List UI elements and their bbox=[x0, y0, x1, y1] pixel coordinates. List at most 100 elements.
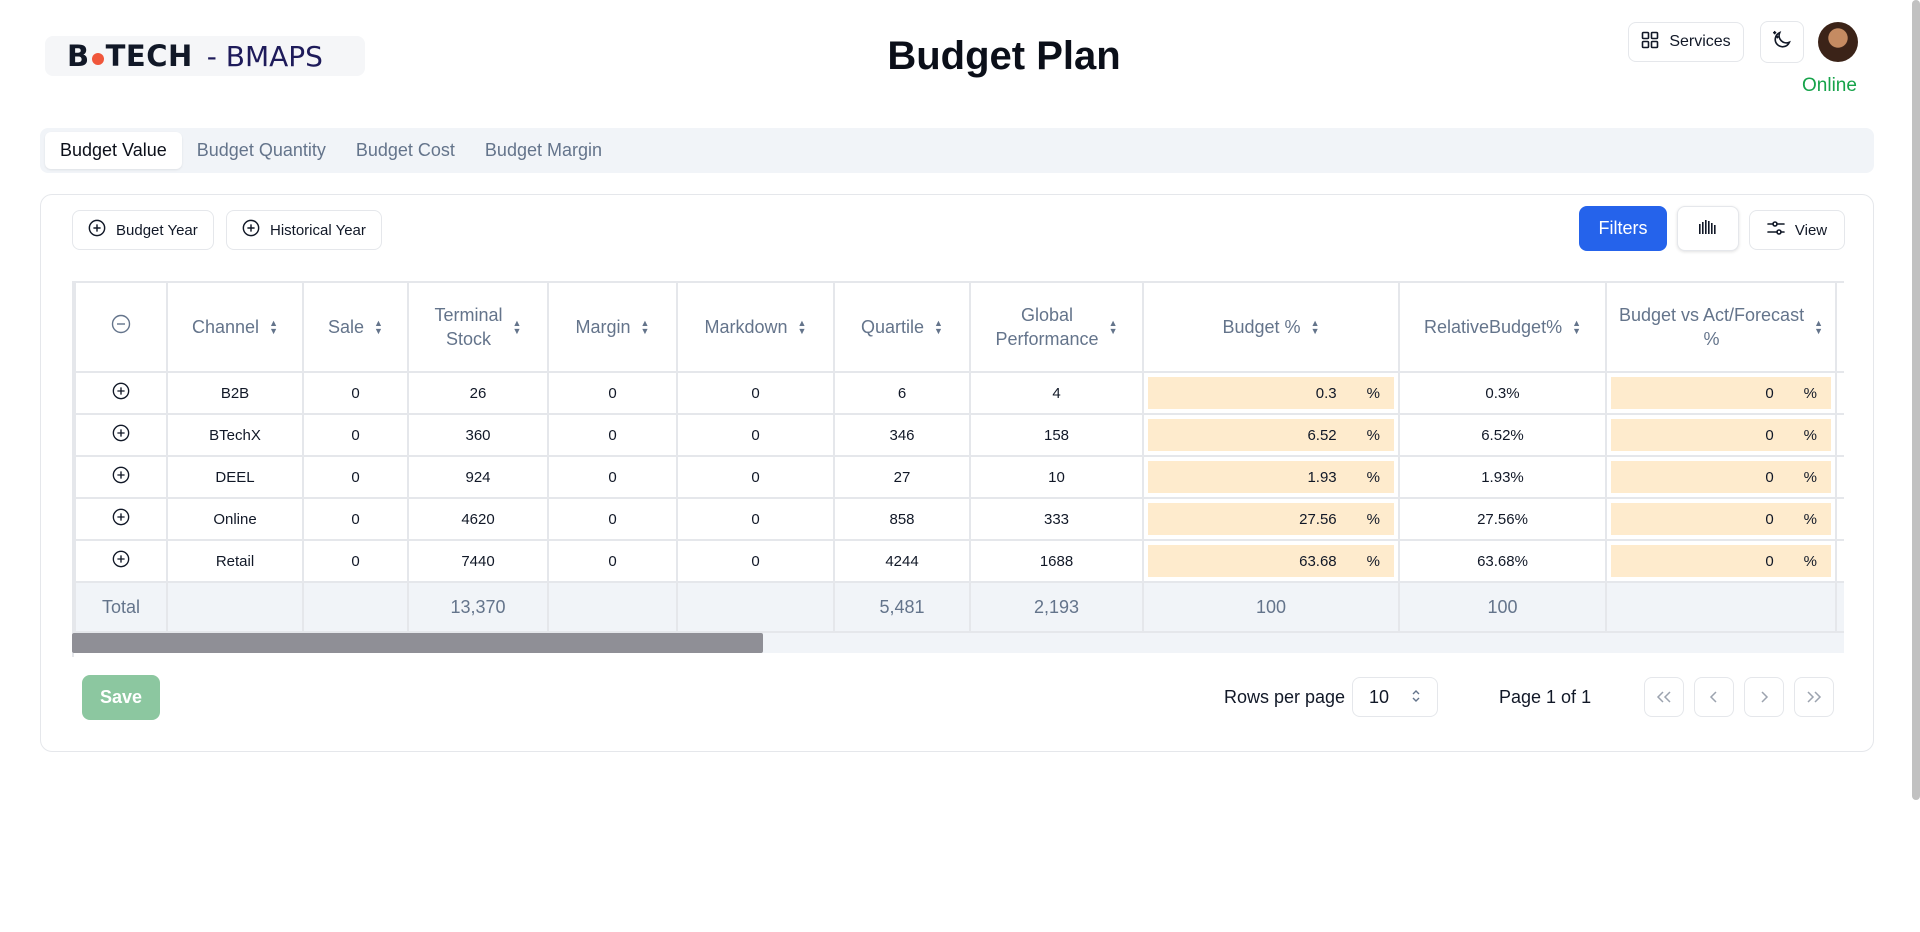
chart-toggle-button[interactable] bbox=[1677, 206, 1739, 251]
collapse-all-header[interactable] bbox=[74, 281, 168, 373]
plus-circle-icon[interactable] bbox=[112, 508, 130, 526]
budget-vs-actual-value: 0 bbox=[1765, 384, 1774, 402]
cell-quartile: 27 bbox=[833, 455, 971, 499]
sort-icon[interactable]: ▲ ▼ bbox=[798, 319, 807, 336]
services-label: Services bbox=[1669, 33, 1731, 50]
cell-terminal-stock: 26 bbox=[407, 371, 549, 415]
cell-relative-budget: 1.93% bbox=[1398, 455, 1607, 499]
sort-icon[interactable]: ▲ ▼ bbox=[641, 319, 650, 336]
column-header-more bbox=[1835, 281, 1844, 373]
budget-vs-actual-input[interactable]: 0% bbox=[1611, 503, 1831, 535]
cell-budget-pct: 63.68% bbox=[1142, 539, 1400, 583]
tab-budget-quantity[interactable]: Budget Quantity bbox=[182, 132, 341, 169]
percent-symbol: % bbox=[1366, 510, 1380, 528]
save-button[interactable]: Save bbox=[82, 675, 160, 720]
budget-pct-value: 0.3 bbox=[1315, 384, 1337, 402]
first-page-button[interactable] bbox=[1644, 677, 1684, 717]
rows-per-page-value: 10 bbox=[1369, 686, 1390, 707]
budget-pct-input[interactable]: 0.3% bbox=[1148, 377, 1394, 409]
minus-circle-icon[interactable] bbox=[111, 314, 131, 334]
header-label: Markdown bbox=[704, 317, 788, 337]
column-header-relative-budget[interactable]: RelativeBudget% ▲ ▼ bbox=[1398, 281, 1607, 373]
theme-toggle-button[interactable] bbox=[1760, 21, 1804, 63]
sort-icon[interactable]: ▲ ▼ bbox=[934, 319, 943, 336]
column-header-markdown[interactable]: Markdown ▲ ▼ bbox=[676, 281, 835, 373]
total-quartile: 5,481 bbox=[833, 581, 971, 633]
expand-row-cell[interactable] bbox=[74, 497, 168, 541]
budget-vs-actual-input[interactable]: 0% bbox=[1611, 419, 1831, 451]
plus-circle-icon[interactable] bbox=[112, 466, 130, 484]
sort-icon[interactable]: ▲ ▼ bbox=[1109, 319, 1118, 336]
header-label: Terminal Stock bbox=[434, 305, 503, 349]
cell-sale: 0 bbox=[302, 371, 409, 415]
expand-row-cell[interactable] bbox=[74, 371, 168, 415]
historical-year-button[interactable]: Historical Year bbox=[226, 210, 382, 250]
next-page-button[interactable] bbox=[1744, 677, 1784, 717]
percent-symbol: % bbox=[1366, 468, 1380, 486]
view-button[interactable]: View bbox=[1749, 210, 1845, 250]
chevron-right-icon bbox=[1759, 687, 1769, 708]
column-header-channel[interactable]: Channel ▲ ▼ bbox=[166, 281, 304, 373]
cell-budget-vs-actual: 0% bbox=[1605, 539, 1837, 583]
budget-pct-input[interactable]: 63.68% bbox=[1148, 545, 1394, 577]
column-header-global-performance[interactable]: Global Performance ▲ ▼ bbox=[969, 281, 1144, 373]
header-label: Budget % bbox=[1222, 317, 1301, 337]
budget-vs-actual-input[interactable]: 0% bbox=[1611, 461, 1831, 493]
grid-icon bbox=[1641, 31, 1659, 54]
last-page-button[interactable] bbox=[1794, 677, 1834, 717]
user-avatar[interactable] bbox=[1818, 22, 1858, 62]
status-text: Online bbox=[1802, 75, 1857, 96]
budget-pct-input[interactable]: 6.52% bbox=[1148, 419, 1394, 451]
sort-icon[interactable]: ▲ ▼ bbox=[374, 319, 383, 336]
previous-page-button[interactable] bbox=[1694, 677, 1734, 717]
cell-terminal-stock: 360 bbox=[407, 413, 549, 457]
budget-vs-actual-input[interactable]: 0% bbox=[1611, 545, 1831, 577]
table-row: Retail 0 7440 0 0 4244 1688 63.68% 63.68% 0% bbox=[74, 539, 1844, 583]
budget-year-button[interactable]: Budget Year bbox=[72, 210, 214, 250]
sort-icon[interactable]: ▲ ▼ bbox=[1572, 319, 1581, 336]
column-header-budget-pct[interactable]: Budget % ▲ ▼ bbox=[1142, 281, 1400, 373]
expand-row-cell[interactable] bbox=[74, 539, 168, 583]
percent-symbol: % bbox=[1803, 468, 1817, 486]
expand-row-cell[interactable] bbox=[74, 413, 168, 457]
tab-budget-cost[interactable]: Budget Cost bbox=[341, 132, 470, 169]
tab-budget-value[interactable]: Budget Value bbox=[45, 132, 182, 169]
budget-pct-input[interactable]: 27.56% bbox=[1148, 503, 1394, 535]
column-header-sale[interactable]: Sale ▲ ▼ bbox=[302, 281, 409, 373]
column-header-margin[interactable]: Margin ▲ ▼ bbox=[547, 281, 678, 373]
budget-pct-value: 63.68 bbox=[1299, 552, 1337, 570]
cell-margin: 0 bbox=[547, 371, 678, 415]
cell-budget-vs-actual: 0% bbox=[1605, 371, 1837, 415]
sort-icon[interactable]: ▲ ▼ bbox=[1311, 319, 1320, 336]
scrollbar-thumb[interactable] bbox=[72, 633, 764, 653]
horizontal-scrollbar[interactable] bbox=[72, 633, 1844, 653]
tab-budget-margin[interactable]: Budget Margin bbox=[470, 132, 617, 169]
budget-vs-actual-input[interactable]: 0% bbox=[1611, 377, 1831, 409]
filters-button[interactable]: Filters bbox=[1579, 206, 1667, 251]
budget-vs-actual-value: 0 bbox=[1765, 552, 1774, 570]
sort-icon[interactable]: ▲ ▼ bbox=[269, 319, 278, 336]
services-button[interactable]: Services bbox=[1628, 22, 1744, 62]
vertical-scrollbar[interactable] bbox=[1912, 0, 1920, 800]
cell-margin: 0 bbox=[547, 539, 678, 583]
budget-vs-actual-value: 0 bbox=[1765, 426, 1774, 444]
budget-table-container[interactable]: Channel ▲ ▼ Sale ▲ ▼ Terminal Stock ▲ ▼ Margin ▲… bbox=[72, 281, 1844, 657]
cell-channel: Online bbox=[166, 497, 304, 541]
column-header-terminal-stock[interactable]: Terminal Stock ▲ ▼ bbox=[407, 281, 549, 373]
expand-row-cell[interactable] bbox=[74, 455, 168, 499]
budget-pct-value: 1.93 bbox=[1307, 468, 1337, 486]
plus-circle-icon[interactable] bbox=[112, 424, 130, 442]
plus-circle-icon[interactable] bbox=[112, 550, 130, 568]
rows-per-page-select[interactable]: 10 bbox=[1352, 677, 1438, 717]
plus-circle-icon[interactable] bbox=[112, 382, 130, 400]
moon-icon bbox=[1771, 29, 1793, 56]
total-label: Total bbox=[74, 581, 168, 633]
budget-pct-input[interactable]: 1.93% bbox=[1148, 461, 1394, 493]
sort-icon[interactable]: ▲ ▼ bbox=[1814, 319, 1823, 336]
column-header-budget-vs-actual[interactable]: Budget vs Act/Forecast% ▲ ▼ bbox=[1605, 281, 1837, 373]
cell-terminal-stock: 7440 bbox=[407, 539, 549, 583]
column-header-quartile[interactable]: Quartile ▲ ▼ bbox=[833, 281, 971, 373]
sort-icon[interactable]: ▲ ▼ bbox=[513, 319, 522, 336]
cell-sale: 0 bbox=[302, 497, 409, 541]
cell-margin: 0 bbox=[547, 497, 678, 541]
